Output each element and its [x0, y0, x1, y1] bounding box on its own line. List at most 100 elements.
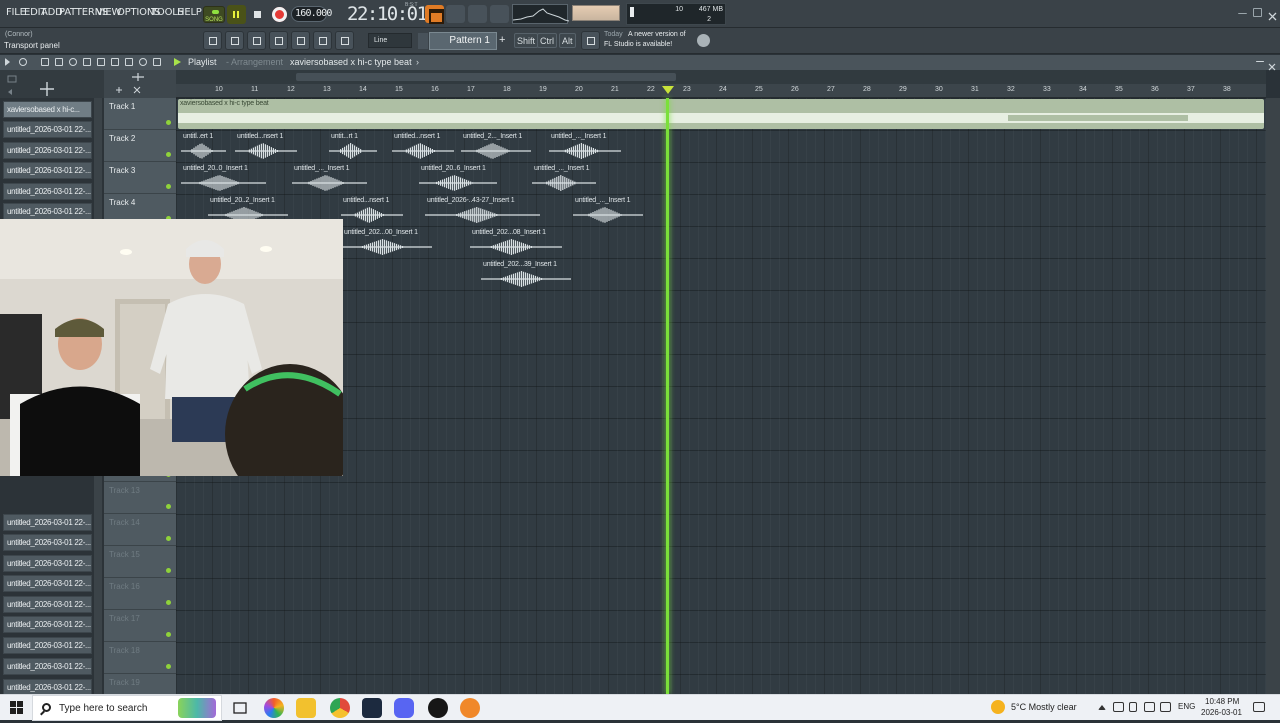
track-header[interactable]: Track 17 — [104, 610, 176, 642]
song-overview-bar[interactable] — [176, 70, 1266, 84]
play-pause-button[interactable] — [227, 5, 246, 24]
audio-clip[interactable]: untitled_202...08_Insert 1 — [470, 228, 562, 258]
playlist-minimize-icon[interactable] — [1256, 61, 1264, 62]
file-explorer-icon[interactable] — [296, 698, 316, 718]
countdown-icon[interactable] — [446, 5, 465, 23]
windows-start-icon[interactable] — [10, 701, 23, 714]
magnet-icon[interactable] — [19, 58, 27, 66]
audio-clip[interactable]: untitled...nsert 1 — [235, 132, 297, 162]
audio-clip[interactable]: untitled_202...00_Insert 1 — [342, 228, 432, 258]
audio-clip-main[interactable]: xaviersobased x hi-c type beat — [178, 99, 1264, 129]
picker-clip-item[interactable]: untitled_2026-03-01 22-... — [3, 142, 92, 159]
track-mute-led[interactable] — [166, 120, 171, 125]
tempo-display[interactable]: 160.000 — [291, 6, 332, 22]
minimize-icon[interactable] — [1238, 8, 1247, 14]
track-mute-led[interactable] — [166, 184, 171, 189]
audio-clip[interactable]: untitled_20..6_Insert 1 — [419, 164, 497, 194]
metronome-icon[interactable] — [468, 5, 487, 23]
stop-button[interactable] — [248, 5, 267, 24]
playlist-pattern-name[interactable]: xaviersobased x hi-c type beat — [290, 57, 412, 67]
pattern-arrow-icon[interactable] — [418, 33, 428, 49]
picker-clip-item[interactable]: untitled_2026-03-01 22-... — [3, 658, 92, 675]
news-icon[interactable] — [581, 31, 600, 50]
alt-key-button[interactable]: Alt — [559, 33, 576, 48]
menu-help[interactable]: HELP — [177, 7, 202, 18]
track-mute-led[interactable] — [166, 664, 171, 669]
discord-icon[interactable] — [394, 698, 414, 718]
track-header[interactable]: Track 2 — [104, 130, 176, 162]
tray-network-icon[interactable] — [1113, 702, 1124, 712]
track-header[interactable]: Track 13 — [104, 482, 176, 514]
shift-key-button[interactable]: Shift — [514, 33, 539, 48]
audio-clip[interactable]: untitled_2..._Insert 1 — [461, 132, 531, 162]
playlist-play-arrow-icon[interactable] — [174, 58, 181, 66]
tray-volume-icon[interactable] — [1160, 702, 1171, 712]
track-mute-led[interactable] — [166, 568, 171, 573]
tray-chevron-icon[interactable] — [1098, 705, 1106, 710]
microphone-icon[interactable] — [335, 31, 354, 50]
picker-clip-item[interactable]: untitled_2026-03-01 22-... — [3, 514, 92, 531]
close-icon[interactable] — [1268, 8, 1277, 21]
audio-clip[interactable]: untitled_..._Insert 1 — [573, 196, 643, 226]
playlist-vertical-scrollbar[interactable] — [1266, 98, 1280, 694]
audio-clip[interactable]: untitled_2026-..43-27_Insert 1 — [425, 196, 540, 226]
track-header[interactable]: Track 15 — [104, 546, 176, 578]
delete-icon[interactable] — [69, 58, 77, 66]
restore-icon[interactable] — [1253, 8, 1262, 17]
audio-clip[interactable]: untitled_202...39_Insert 1 — [481, 260, 571, 290]
zoom-icon[interactable] — [139, 58, 147, 66]
audio-clip[interactable]: untitled_20..0_Insert 1 — [181, 164, 266, 194]
weather-icon[interactable] — [991, 700, 1005, 714]
paint-icon[interactable] — [55, 58, 63, 66]
fl-studio-icon[interactable] — [460, 698, 480, 718]
picker-clip-item[interactable]: xaviersobased x hi-c... — [3, 101, 92, 118]
song-mode-button[interactable]: SONG — [203, 6, 225, 23]
piano-roll-icon[interactable] — [225, 31, 244, 50]
timeline-ruler[interactable]: 10 11 12 13 14 15 16 17 18 19 20 21 22 23 24 25 26 27 28 29… — [176, 84, 1266, 98]
chrome-icon[interactable] — [330, 698, 350, 718]
record-button[interactable] — [270, 5, 289, 24]
track-header[interactable]: Track 1 — [104, 98, 176, 130]
picker-clip-item[interactable]: untitled_2026-03-01 22-... — [3, 575, 92, 592]
tray-mic-icon[interactable] — [1129, 702, 1137, 712]
step-edit-icon[interactable] — [490, 5, 509, 23]
plugin-icon[interactable] — [313, 31, 332, 50]
playlist-menu-icon[interactable] — [5, 58, 10, 66]
slice-icon[interactable] — [111, 58, 119, 66]
picker-clip-item[interactable]: untitled_2026-03-01 22-... — [3, 596, 92, 613]
tray-battery-icon[interactable] — [1144, 702, 1155, 712]
track-mute-led[interactable] — [166, 632, 171, 637]
channel-rack-icon[interactable] — [247, 31, 266, 50]
browser-icon[interactable] — [269, 31, 288, 50]
track-header[interactable]: Track 14 — [104, 514, 176, 546]
playback-icon[interactable] — [153, 58, 161, 66]
audio-clip[interactable]: untitled_..._Insert 1 — [292, 164, 367, 194]
picker-clip-item[interactable]: untitled_2026-03-01 22-... — [3, 616, 92, 633]
track-mute-led[interactable] — [166, 504, 171, 509]
ctrl-key-button[interactable]: Ctrl — [537, 33, 557, 48]
picker-clip-item[interactable]: untitled_2026-03-01 22-... — [3, 637, 92, 654]
picker-clip-item[interactable]: untitled_2026-03-01 22-... — [3, 555, 92, 572]
picker-clip-item[interactable]: untitled_2026-03-01 22-... — [3, 203, 92, 220]
track-mute-led[interactable] — [166, 152, 171, 157]
news-line-2[interactable]: FL Studio is available! — [604, 41, 672, 48]
clock-time[interactable]: 10:48 PM — [1205, 697, 1239, 706]
notifications-icon[interactable] — [1253, 702, 1265, 712]
track-header[interactable]: Track 16 — [104, 578, 176, 610]
news-line-1[interactable]: A newer version of — [628, 31, 686, 38]
wait-for-input-icon[interactable] — [425, 5, 444, 24]
snap-select[interactable]: Line — [368, 33, 412, 48]
picker-clip-item[interactable]: untitled_2026-03-01 22-... — [3, 534, 92, 551]
copilot-icon[interactable] — [264, 698, 284, 718]
playhead-marker[interactable] — [662, 86, 674, 94]
playlist-view-icon[interactable] — [203, 31, 222, 50]
add-pattern-button[interactable]: + — [499, 34, 508, 47]
search-highlight-icon[interactable] — [178, 698, 216, 718]
audio-clip[interactable]: untitled_..._Insert 1 — [549, 132, 621, 162]
app-icon[interactable] — [428, 698, 448, 718]
track-mute-led[interactable] — [166, 536, 171, 541]
select-icon[interactable] — [125, 58, 133, 66]
steam-icon[interactable] — [362, 698, 382, 718]
menu-file[interactable]: FILE — [6, 7, 26, 18]
pattern-selector[interactable]: Pattern 1 — [429, 32, 497, 50]
